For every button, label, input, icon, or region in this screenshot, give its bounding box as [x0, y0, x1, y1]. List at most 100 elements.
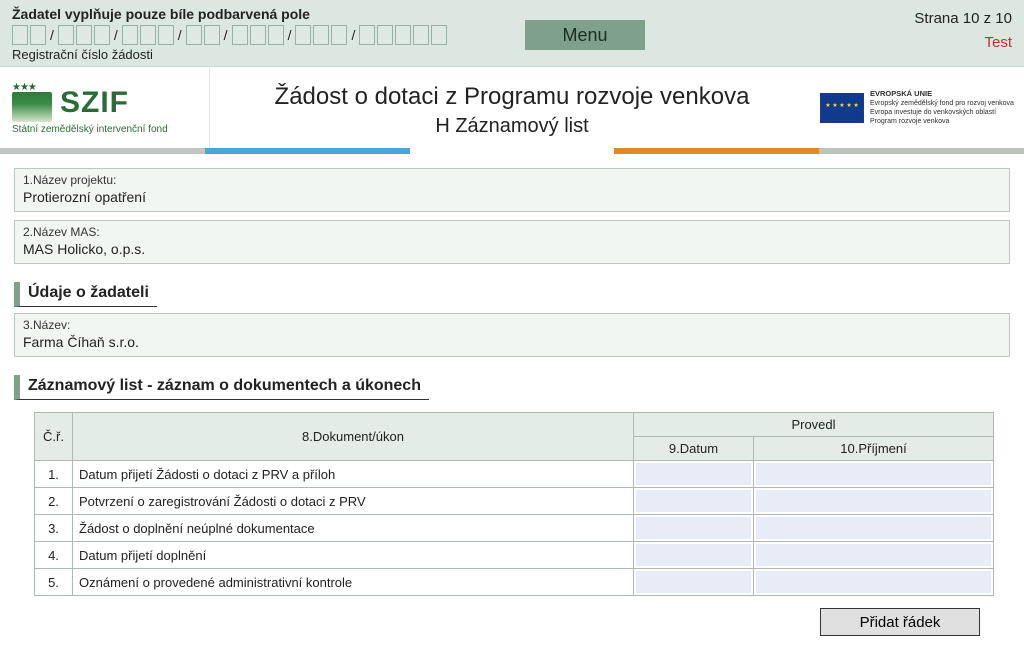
- cell-row-number: 1.: [35, 461, 73, 488]
- form-title-block: Žádost o dotaci z Programu rozvoje venko…: [210, 67, 814, 148]
- cell-surname: [754, 461, 994, 488]
- date-input[interactable]: [636, 463, 751, 485]
- eu-flag-icon: [820, 93, 864, 123]
- reg-cell[interactable]: [313, 25, 329, 45]
- th-provedl: Provedl: [634, 413, 994, 437]
- reg-cell[interactable]: [395, 25, 411, 45]
- field1-label: 1.Název projektu:: [23, 173, 1001, 187]
- eu-line4: Program rozvoje venkova: [870, 118, 949, 125]
- color-stripe: [0, 148, 1024, 154]
- reg-cell[interactable]: [377, 25, 393, 45]
- szif-name: SZIF: [60, 86, 129, 120]
- cell-row-number: 5.: [35, 569, 73, 596]
- header-band: ★★★ SZIF Státní zemědělský intervenční f…: [0, 66, 1024, 148]
- separator: /: [48, 27, 56, 43]
- eu-line2: Evropský zemědělský fond pro rozvoj venk…: [870, 100, 1014, 107]
- cell-date: [634, 515, 754, 542]
- field-applicant-name: 3.Název: Farma Číhaň s.r.o.: [14, 313, 1010, 357]
- cell-surname: [754, 488, 994, 515]
- cell-doc: Žádost o doplnění neúplné dokumentace: [73, 515, 634, 542]
- stripe-segment: [0, 148, 205, 154]
- reg-cell[interactable]: [268, 25, 284, 45]
- reg-cell[interactable]: [413, 25, 429, 45]
- field-mas-name: 2.Název MAS: MAS Holicko, o.p.s.: [14, 220, 1010, 264]
- surname-input[interactable]: [756, 463, 991, 485]
- surname-input[interactable]: [756, 544, 991, 566]
- registration-caption: Registrační číslo žádosti: [12, 47, 1012, 62]
- reg-cell[interactable]: [30, 25, 46, 45]
- surname-input[interactable]: [756, 490, 991, 512]
- field2-label: 2.Název MAS:: [23, 225, 1001, 239]
- reg-cell[interactable]: [58, 25, 74, 45]
- th-surname: 10.Příjmení: [754, 437, 994, 461]
- date-input[interactable]: [636, 544, 751, 566]
- separator: /: [112, 27, 120, 43]
- stripe-segment: [614, 148, 819, 154]
- stripe-segment: [410, 148, 615, 154]
- cell-date: [634, 542, 754, 569]
- top-bar: Žadatel vyplňuje pouze bíle podbarvená p…: [0, 0, 1024, 66]
- menu-button[interactable]: Menu: [525, 20, 645, 50]
- surname-input[interactable]: [756, 517, 991, 539]
- cell-date: [634, 461, 754, 488]
- field2-value: MAS Holicko, o.p.s.: [23, 241, 1001, 257]
- reg-cell[interactable]: [12, 25, 28, 45]
- date-input[interactable]: [636, 490, 751, 512]
- table-row: 5.Oznámení o provedené administrativní k…: [35, 569, 994, 596]
- szif-logo: ★★★ SZIF Státní zemědělský intervenční f…: [0, 67, 210, 148]
- field-project-name: 1.Název projektu: Protierozní opatření: [14, 168, 1010, 212]
- reg-cell[interactable]: [94, 25, 110, 45]
- cell-date: [634, 569, 754, 596]
- section-records: Záznamový list - záznam o dokumentech a …: [14, 375, 429, 400]
- szif-subtitle: Státní zemědělský intervenční fond: [12, 124, 199, 135]
- date-input[interactable]: [636, 517, 751, 539]
- cell-doc: Datum přijetí doplnění: [73, 542, 634, 569]
- th-doc: 8.Dokument/úkon: [73, 413, 634, 461]
- eu-text: EVROPSKÁ UNIE Evropský zemědělský fond p…: [870, 89, 1014, 126]
- separator: /: [286, 27, 294, 43]
- separator: /: [349, 27, 357, 43]
- cell-row-number: 4.: [35, 542, 73, 569]
- cell-surname: [754, 569, 994, 596]
- stripe-segment: [205, 148, 410, 154]
- reg-cell[interactable]: [158, 25, 174, 45]
- szif-field-icon: [12, 92, 52, 122]
- reg-cell[interactable]: [331, 25, 347, 45]
- date-input[interactable]: [636, 571, 751, 593]
- table-row: 3.Žádost o doplnění neúplné dokumentace: [35, 515, 994, 542]
- reg-cell[interactable]: [140, 25, 156, 45]
- form-subtitle: H Záznamový list: [218, 115, 806, 138]
- reg-cell[interactable]: [122, 25, 138, 45]
- reg-cell[interactable]: [204, 25, 220, 45]
- reg-cell[interactable]: [232, 25, 248, 45]
- table-row: 1.Datum přijetí Žádosti o dotaci z PRV a…: [35, 461, 994, 488]
- th-date: 9.Datum: [634, 437, 754, 461]
- reg-cell[interactable]: [295, 25, 311, 45]
- reg-cell[interactable]: [250, 25, 266, 45]
- reg-cell[interactable]: [431, 25, 447, 45]
- surname-input[interactable]: [756, 571, 991, 593]
- field3-value: Farma Číhaň s.r.o.: [23, 334, 1001, 350]
- cell-doc: Potvrzení o zaregistrování Žádosti o dot…: [73, 488, 634, 515]
- cell-row-number: 3.: [35, 515, 73, 542]
- reg-cell[interactable]: [76, 25, 92, 45]
- table-row: 2.Potvrzení o zaregistrování Žádosti o d…: [35, 488, 994, 515]
- add-row-button[interactable]: Přidat řádek: [820, 608, 980, 636]
- separator: /: [176, 27, 184, 43]
- eu-line1: EVROPSKÁ UNIE: [870, 89, 932, 98]
- cell-doc: Datum přijetí Žádosti o dotaci z PRV a p…: [73, 461, 634, 488]
- eu-block: EVROPSKÁ UNIE Evropský zemědělský fond p…: [814, 67, 1024, 148]
- eu-line3: Evropa investuje do venkovských oblastí: [870, 109, 996, 116]
- records-table: Č.ř. 8.Dokument/úkon Provedl 9.Datum 10.…: [34, 412, 994, 596]
- reg-cell[interactable]: [186, 25, 202, 45]
- table-row: 4.Datum přijetí doplnění: [35, 542, 994, 569]
- th-cr: Č.ř.: [35, 413, 73, 461]
- form-title: Žádost o dotaci z Programu rozvoje venko…: [218, 83, 806, 111]
- cell-date: [634, 488, 754, 515]
- reg-cell[interactable]: [359, 25, 375, 45]
- cell-row-number: 2.: [35, 488, 73, 515]
- field3-label: 3.Název:: [23, 318, 1001, 332]
- cell-surname: [754, 542, 994, 569]
- cell-doc: Oznámení o provedené administrativní kon…: [73, 569, 634, 596]
- stripe-segment: [819, 148, 1024, 154]
